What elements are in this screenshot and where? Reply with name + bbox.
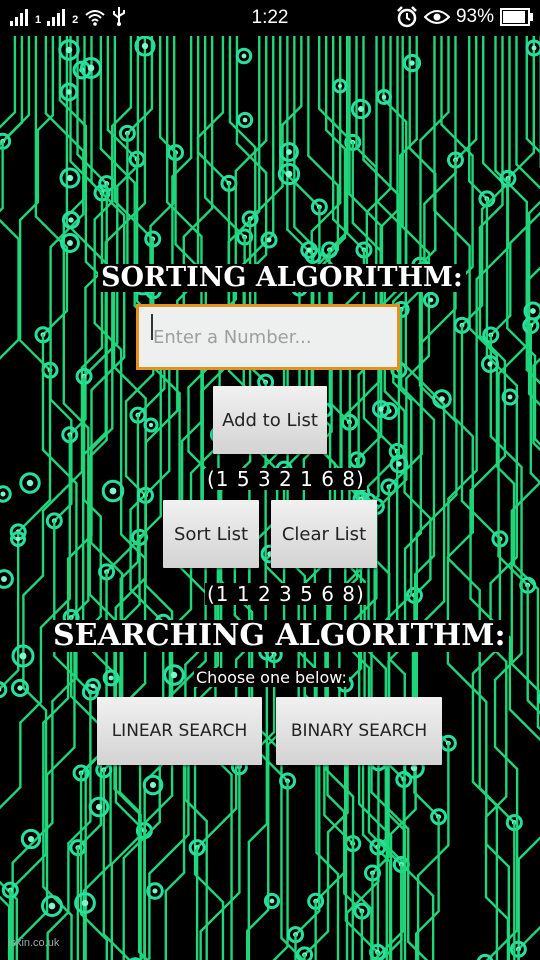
eye-icon [423, 10, 450, 24]
sorting-heading: SORTING ALGORITHM: [98, 263, 466, 293]
alarm-icon [397, 6, 417, 28]
binary-search-button[interactable]: BINARY SEARCH [276, 697, 442, 765]
watermark: iskin.co.uk [8, 937, 60, 949]
clear-list-button[interactable]: Clear List [271, 500, 377, 568]
number-input[interactable] [139, 307, 397, 367]
sorted-list: (1 1 2 3 5 6 8) [205, 582, 367, 606]
original-list: (1 5 3 2 1 6 8) [205, 467, 367, 491]
battery-percent: 93% [455, 6, 494, 27]
battery-icon [500, 8, 533, 26]
sort-list-button[interactable]: Sort List [163, 500, 259, 568]
number-input-container[interactable] [136, 304, 400, 370]
status-bar: 1 2 1:22 93% [0, 0, 540, 36]
searching-heading: SEARCHING ALGORITHM: [50, 620, 509, 652]
search-prompt: Choose one below: [194, 668, 349, 688]
linear-search-button[interactable]: LINEAR SEARCH [97, 697, 262, 765]
add-to-list-button[interactable]: Add to List [213, 386, 327, 454]
text-cursor [151, 314, 153, 340]
